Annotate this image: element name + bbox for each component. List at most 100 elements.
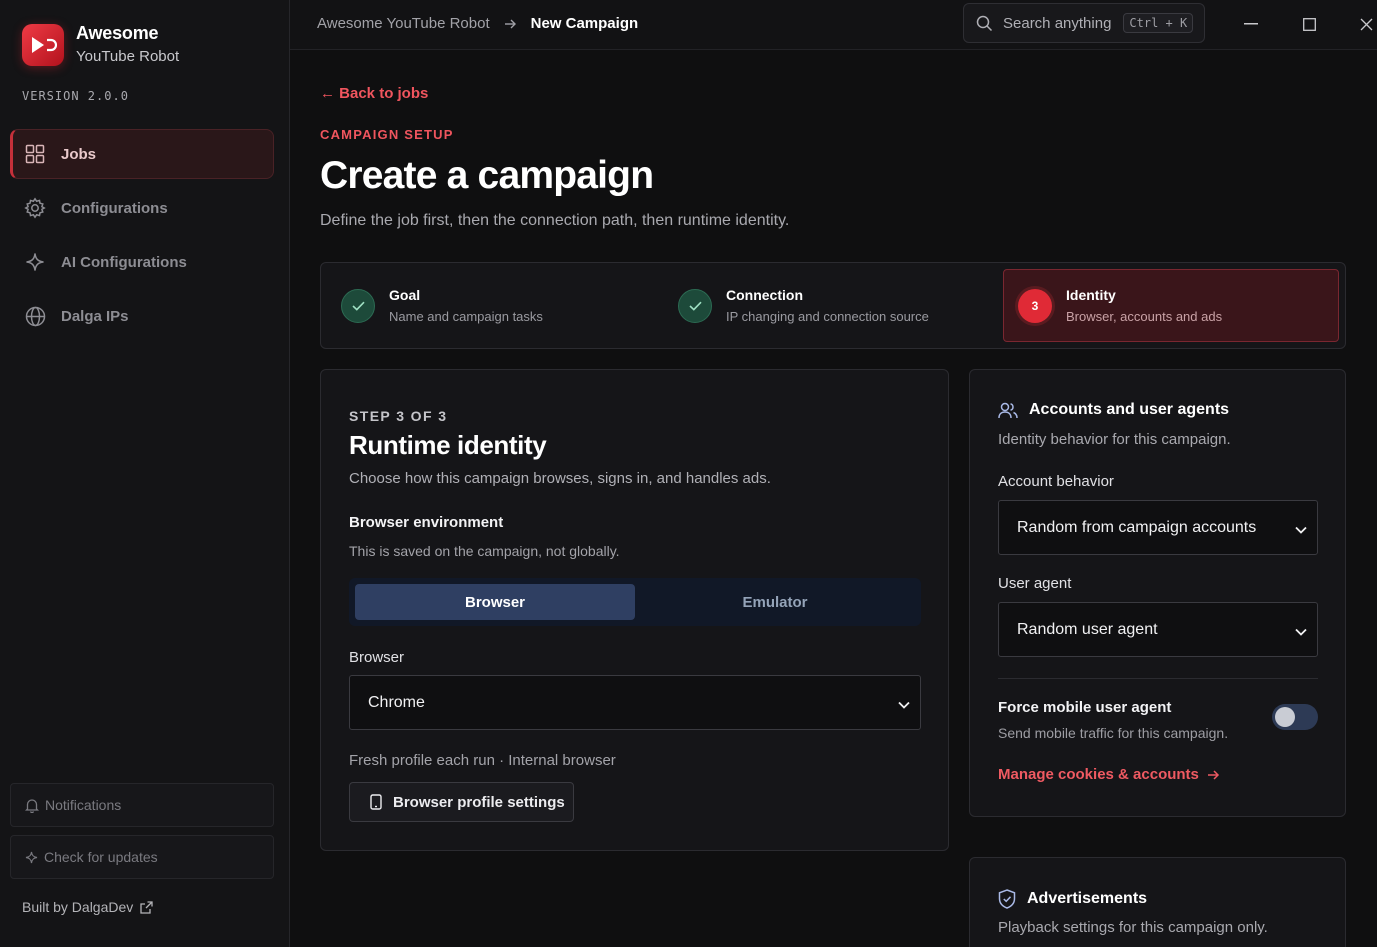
maximize-icon[interactable] [1298, 13, 1320, 35]
toggle-knob [1275, 707, 1295, 727]
check-updates-button[interactable]: Check for updates [10, 835, 274, 879]
breadcrumb-current: New Campaign [530, 15, 639, 32]
sidebar: Awesome YouTube Robot VERSION 2.0.0 Jobs… [0, 0, 290, 947]
built-by-link[interactable]: Built by DalgaDev [22, 899, 153, 915]
sidebar-item-jobs[interactable]: Jobs [10, 129, 274, 179]
user-agent-select[interactable]: Random user agent [998, 602, 1318, 657]
app-title: Awesome [76, 23, 159, 43]
arrow-right-icon [504, 18, 517, 30]
link-label: Manage cookies & accounts [998, 766, 1199, 783]
search-input[interactable]: Search anything Ctrl + K [963, 3, 1205, 43]
environment-toggle: Browser Emulator [349, 578, 921, 626]
globe-icon [24, 305, 46, 327]
card-description: Identity behavior for this campaign. [998, 431, 1231, 448]
back-to-jobs-link[interactable]: ← Back to jobs [320, 85, 428, 102]
accounts-card: Accounts and user agents Identity behavi… [969, 369, 1346, 817]
force-mobile-title: Force mobile user agent [998, 699, 1172, 716]
page-eyebrow: CAMPAIGN SETUP [320, 127, 454, 142]
sparkle-icon [25, 851, 38, 864]
sidebar-item-configurations[interactable]: Configurations [10, 183, 274, 233]
card-description: Choose how this campaign browses, signs … [349, 470, 771, 487]
check-icon [341, 288, 375, 323]
step-subtitle: IP changing and connection source [726, 309, 929, 324]
check-icon [678, 288, 712, 323]
built-by-label: Built by DalgaDev [22, 899, 134, 915]
browser-profile-settings-button[interactable]: Browser profile settings [349, 782, 574, 822]
user-agent-value: Random user agent [1017, 620, 1158, 638]
card-description: Playback settings for this campaign only… [998, 919, 1268, 936]
grid-icon [24, 143, 46, 165]
segment-browser[interactable]: Browser [355, 584, 635, 620]
step-title: Connection [726, 287, 803, 303]
page-description: Define the job first, then the connectio… [320, 212, 790, 229]
step-goal[interactable]: Goal Name and campaign tasks [341, 269, 543, 342]
sparkle-icon [24, 251, 46, 273]
bell-icon [25, 798, 39, 813]
browser-label: Browser [349, 649, 405, 666]
notifications-label: Notifications [45, 797, 122, 813]
card-title: Accounts and user agents [1029, 401, 1230, 418]
campaign-stepper: Goal Name and campaign tasks Connection … [320, 262, 1346, 349]
sidebar-item-label: Configurations [61, 199, 168, 217]
app-version: VERSION 2.0.0 [22, 89, 129, 103]
browser-select[interactable]: Chrome [349, 675, 921, 730]
close-icon[interactable] [1355, 13, 1377, 35]
minimize-icon[interactable] [1240, 13, 1262, 35]
sidebar-item-ai-configurations[interactable]: AI Configurations [10, 237, 274, 287]
browser-hint: Fresh profile each run · Internal browse… [349, 752, 616, 769]
check-updates-label: Check for updates [44, 849, 158, 865]
notifications-button[interactable]: Notifications [10, 783, 274, 827]
account-behavior-value: Random from campaign accounts [1017, 518, 1257, 536]
browser-environment-description: This is saved on the campaign, not globa… [349, 543, 620, 559]
app-logo-icon [22, 24, 64, 66]
app-subtitle: YouTube Robot [76, 48, 180, 65]
advertisements-card: Advertisements Playback settings for thi… [969, 857, 1346, 947]
sidebar-nav: Jobs Configurations AI Configurations Da… [10, 129, 274, 345]
arrow-right-icon [1207, 769, 1220, 781]
account-behavior-select[interactable]: Random from campaign accounts [998, 500, 1318, 555]
step-subtitle: Name and campaign tasks [389, 309, 543, 324]
segment-emulator[interactable]: Emulator [635, 584, 915, 620]
step-identity[interactable]: 3 Identity Browser, accounts and ads [1003, 269, 1339, 342]
phone-icon [370, 794, 382, 810]
step-title: Goal [389, 287, 421, 303]
card-title: Advertisements [1027, 890, 1148, 907]
manage-cookies-link[interactable]: Manage cookies & accounts [998, 766, 1220, 783]
force-mobile-toggle[interactable] [1272, 704, 1318, 730]
shield-icon [998, 889, 1016, 909]
search-icon [976, 15, 993, 32]
users-icon [998, 402, 1018, 419]
divider [998, 678, 1318, 679]
step-title: Identity [1066, 287, 1116, 303]
step-number: 3 [1018, 288, 1052, 323]
page-title: Create a campaign [320, 154, 654, 197]
browser-environment-title: Browser environment [349, 514, 504, 531]
breadcrumb-root[interactable]: Awesome YouTube Robot [317, 15, 490, 32]
chevron-down-icon [898, 696, 910, 714]
step-counter: STEP 3 OF 3 [349, 408, 448, 424]
sidebar-item-label: AI Configurations [61, 253, 187, 271]
sidebar-item-dalga-ips[interactable]: Dalga IPs [10, 291, 274, 341]
brand: Awesome YouTube Robot [22, 23, 180, 66]
force-mobile-description: Send mobile traffic for this campaign. [998, 725, 1229, 741]
accounts-card-header: Accounts and user agents [998, 401, 1229, 419]
step-connection[interactable]: Connection IP changing and connection so… [678, 269, 929, 342]
main-content: ← Back to jobs CAMPAIGN SETUP Create a c… [290, 51, 1377, 947]
search-shortcut: Ctrl + K [1123, 13, 1194, 33]
user-agent-label: User agent [998, 575, 1072, 592]
advertisements-card-header: Advertisements [998, 889, 1147, 909]
external-link-icon [140, 900, 153, 914]
step-subtitle: Browser, accounts and ads [1066, 309, 1223, 324]
breadcrumb: Awesome YouTube Robot New Campaign [317, 15, 638, 32]
sidebar-item-label: Jobs [61, 145, 97, 163]
gear-icon [24, 197, 46, 219]
button-label: Browser profile settings [393, 793, 565, 811]
runtime-identity-card: STEP 3 OF 3 Runtime identity Choose how … [320, 369, 949, 851]
account-behavior-label: Account behavior [998, 473, 1114, 490]
search-placeholder: Search anything [1003, 14, 1112, 32]
chevron-down-icon [1295, 623, 1307, 641]
browser-select-value: Chrome [368, 693, 425, 711]
topbar: Awesome YouTube Robot New Campaign Searc… [290, 0, 1377, 50]
sidebar-item-label: Dalga IPs [61, 307, 129, 325]
chevron-down-icon [1295, 521, 1307, 539]
